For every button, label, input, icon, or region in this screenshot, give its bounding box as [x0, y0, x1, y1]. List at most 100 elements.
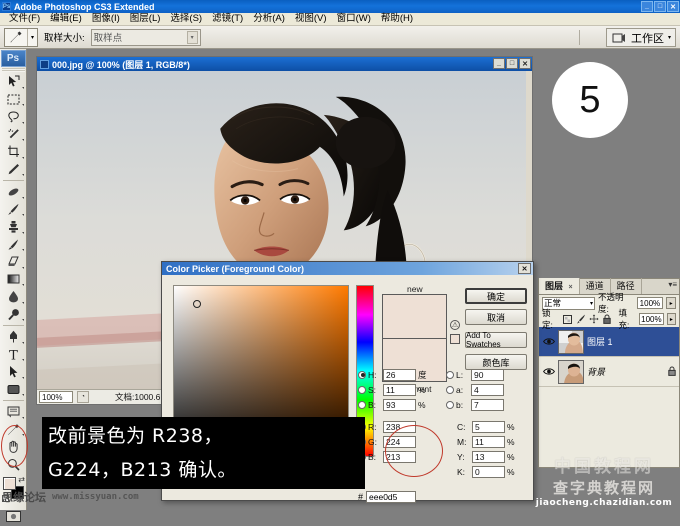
close-button[interactable]: ✕	[667, 1, 679, 12]
menu-item-select[interactable]: 选择(S)	[165, 13, 207, 25]
pen-tool-icon[interactable]	[1, 328, 26, 346]
chevron-down-icon[interactable]: ▾	[590, 300, 593, 307]
input-r[interactable]: 238	[383, 421, 416, 433]
input-s[interactable]: 11	[383, 384, 416, 396]
zoom-level-input[interactable]: 100%	[39, 391, 73, 403]
clone-stamp-tool-icon[interactable]	[1, 218, 26, 236]
menu-item-filter[interactable]: 滤镜(T)	[207, 13, 248, 25]
web-safe-color-icon[interactable]	[450, 334, 460, 344]
maximize-button[interactable]: □	[654, 1, 666, 12]
toolbox-grip[interactable]	[2, 68, 25, 72]
gradient-tool-icon[interactable]	[1, 271, 26, 289]
input-l[interactable]: 90	[471, 369, 504, 381]
menu-item-window[interactable]: 窗口(W)	[332, 13, 376, 25]
type-tool-icon[interactable]: T	[1, 346, 26, 364]
field-h[interactable]: H: 26 度	[358, 367, 446, 382]
move-lock-icon[interactable]	[589, 314, 599, 325]
layer-row-1[interactable]: 图层 1	[539, 327, 679, 357]
dodge-tool-icon[interactable]	[1, 306, 26, 324]
input-lab-b[interactable]: 7	[471, 399, 504, 411]
menu-item-analysis[interactable]: 分析(A)	[248, 13, 290, 25]
panel-menu-icon[interactable]: ▾≡	[668, 280, 677, 289]
eye-icon[interactable]	[542, 335, 555, 348]
menu-item-file[interactable]: 文件(F)	[4, 13, 45, 25]
menu-item-image[interactable]: 图像(I)	[87, 13, 125, 25]
fill-stepper-icon[interactable]: ▸	[667, 313, 676, 325]
color-field-marker[interactable]	[193, 300, 201, 308]
brush-lock-icon[interactable]	[576, 314, 586, 325]
fill-input[interactable]: 100%	[639, 313, 664, 325]
chevron-down-icon[interactable]: ▾	[668, 34, 671, 41]
field-y[interactable]: Y: 13 %	[446, 449, 534, 464]
field-l[interactable]: L: 90	[446, 367, 534, 382]
radio-lab-b[interactable]	[446, 401, 454, 409]
menu-item-help[interactable]: 帮助(H)	[376, 13, 418, 25]
menu-item-edit[interactable]: 编辑(E)	[45, 13, 87, 25]
chevron-down-icon[interactable]: ▾	[187, 31, 198, 44]
shape-tool-icon[interactable]	[1, 381, 26, 399]
blur-tool-icon[interactable]	[1, 288, 26, 306]
tab-layers[interactable]: 图层 ×	[539, 278, 580, 294]
transparency-lock-icon[interactable]	[563, 314, 573, 325]
color-picker-close-button[interactable]: ✕	[518, 263, 531, 274]
input-b-blue[interactable]: 213	[383, 451, 416, 463]
document-close-button[interactable]: ✕	[519, 58, 531, 69]
radio-b-brightness[interactable]	[358, 401, 366, 409]
document-minimize-button[interactable]: _	[493, 58, 505, 69]
move-tool-icon[interactable]	[1, 73, 26, 91]
magic-wand-tool-icon[interactable]	[1, 126, 26, 144]
input-a[interactable]: 4	[471, 384, 504, 396]
zoom-tool-icon[interactable]	[1, 456, 26, 474]
opacity-stepper-icon[interactable]: ▸	[666, 297, 676, 309]
history-brush-tool-icon[interactable]	[1, 236, 26, 254]
menu-item-view[interactable]: 视图(V)	[290, 13, 332, 25]
healing-brush-tool-icon[interactable]	[1, 183, 26, 201]
radio-s[interactable]	[358, 386, 366, 394]
gamut-warning-icon[interactable]: ⚠	[450, 320, 460, 330]
eye-icon[interactable]	[542, 365, 555, 378]
input-c[interactable]: 5	[472, 421, 505, 433]
input-m[interactable]: 11	[472, 436, 505, 448]
radio-l[interactable]	[446, 371, 454, 379]
crop-tool-icon[interactable]	[1, 143, 26, 161]
notes-tool-icon[interactable]	[1, 403, 26, 421]
field-m[interactable]: M: 11 %	[446, 434, 534, 449]
field-k[interactable]: K: 0 %	[446, 464, 534, 479]
field-s[interactable]: S: 11 %	[358, 382, 446, 397]
radio-h[interactable]	[358, 371, 366, 379]
lasso-tool-icon[interactable]	[1, 108, 26, 126]
document-maximize-button[interactable]: □	[506, 58, 518, 69]
layer-row-2[interactable]: 背景	[539, 357, 679, 387]
add-to-swatches-button[interactable]: Add To Swatches	[465, 332, 527, 348]
status-options-icon[interactable]: ◔	[77, 391, 89, 403]
cancel-button[interactable]: 取消	[465, 309, 527, 325]
close-icon[interactable]: ×	[569, 284, 573, 291]
input-k[interactable]: 0	[472, 466, 505, 478]
menu-item-layer[interactable]: 图层(L)	[125, 13, 166, 25]
eyedropper-tool-icon[interactable]	[1, 421, 26, 439]
input-y[interactable]: 13	[472, 451, 505, 463]
path-selection-tool-icon[interactable]	[1, 363, 26, 381]
input-g[interactable]: 224	[383, 436, 416, 448]
field-r[interactable]: R: 238	[358, 419, 446, 434]
field-b-brightness[interactable]: B: 93 %	[358, 397, 446, 412]
hex-input[interactable]: eee0d5	[366, 491, 416, 503]
swap-colors-icon[interactable]: ⇄	[18, 475, 25, 484]
field-lab-b[interactable]: b: 7	[446, 397, 534, 412]
current-tool-well[interactable]: ▾	[4, 28, 38, 47]
sample-size-select[interactable]: 取样点 ▾	[91, 29, 201, 46]
marquee-tool-icon[interactable]	[1, 91, 26, 109]
input-h[interactable]: 26	[383, 369, 416, 381]
all-lock-icon[interactable]	[602, 314, 612, 325]
workspace-button[interactable]: 工作区 ▾	[606, 28, 676, 47]
minimize-button[interactable]: _	[641, 1, 653, 12]
radio-a[interactable]	[446, 386, 454, 394]
eraser-tool-icon[interactable]	[1, 253, 26, 271]
field-b-blue[interactable]: B: 213	[358, 449, 446, 464]
hand-tool-icon[interactable]	[1, 438, 26, 456]
field-a[interactable]: a: 4	[446, 382, 534, 397]
chevron-down-icon[interactable]: ▾	[27, 29, 37, 46]
slice-tool-icon[interactable]	[1, 161, 26, 179]
input-b-brightness[interactable]: 93	[383, 399, 416, 411]
ok-button[interactable]: 确定	[465, 288, 527, 304]
